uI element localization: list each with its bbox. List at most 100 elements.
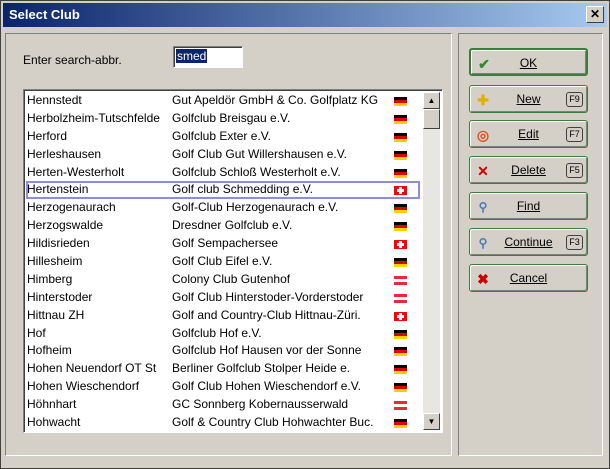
club-location: Höhnhart	[27, 397, 77, 412]
club-list-row[interactable]: Herleshausen Golf Club Gut Willershausen …	[26, 146, 420, 164]
club-location: Himberg	[27, 271, 73, 286]
club-name: Golf club Schmedding e.V.	[172, 182, 313, 197]
club-list-row[interactable]: Herten-Westerholt Golfclub Schloß Westerh…	[26, 164, 420, 182]
delete-button-label: Delete	[511, 163, 546, 177]
club-location: Hinterstoder	[27, 289, 93, 304]
ok-button-label: OK	[519, 56, 538, 70]
club-name: Golfclub Breisgau e.V.	[172, 110, 291, 125]
scroll-up-arrow-icon[interactable]: ▲	[423, 92, 440, 109]
club-list[interactable]: Hennstedt Gut Apeldör GmbH & Co. Golfplat…	[23, 89, 443, 433]
find-button[interactable]: ⚲ Find	[469, 192, 588, 220]
edit-button[interactable]: ◎ Edit F7	[469, 120, 588, 148]
flag-de-icon	[394, 383, 407, 393]
club-list-row[interactable]: Herbolzheim-Tutschfelde Golfclub Breisgau…	[26, 110, 420, 128]
club-location: Herleshausen	[27, 146, 102, 161]
flag-de-icon	[394, 365, 407, 375]
check-icon: ✔	[478, 56, 490, 72]
edit-icon: ◎	[476, 127, 490, 143]
new-button[interactable]: ✚ New F9	[469, 85, 588, 113]
club-list-row[interactable]: Hildisrieden Golf Sempachersee	[26, 235, 420, 253]
club-list-row[interactable]: Höhnhart GC Sonnberg Kobernausserwald	[26, 396, 420, 414]
magnifier-icon: ⚲	[478, 200, 488, 214]
flag-de-icon	[394, 222, 407, 232]
club-name: Golf and Country-Club Hittnau-Züri.	[172, 307, 361, 322]
club-name: Golf & Country Club Hohwachter Buc.	[172, 415, 374, 430]
club-location: Hittnau ZH	[27, 307, 85, 322]
club-location: Herten-Westerholt	[27, 164, 125, 179]
continue-button[interactable]: ⚲ Continue F3	[469, 228, 588, 256]
flag-de-icon	[394, 347, 407, 357]
club-list-row[interactable]: Hillesheim Golf Club Eifel e.V.	[26, 253, 420, 271]
club-list-row[interactable]: Hohwacht Golf & Country Club Hohwachter B…	[26, 414, 420, 432]
club-list-row[interactable]: Hohen Neuendorf OT St Berliner Golfclub S…	[26, 360, 420, 378]
club-location: Herzogswalde	[27, 218, 104, 233]
scroll-down-arrow-icon[interactable]: ▼	[423, 413, 440, 430]
club-list-row[interactable]: Herzogswalde Dresdner Golfclub e.V.	[26, 217, 420, 235]
search-input-value: smed	[176, 49, 208, 63]
search-label: Enter search-abbr.	[23, 53, 122, 67]
delete-button[interactable]: ✕ Delete F5	[469, 156, 588, 184]
club-location: Hildisrieden	[27, 236, 90, 251]
club-name: Golf Club Hinterstoder-Vorderstoder	[172, 289, 364, 304]
find-button-label: Find	[516, 199, 541, 213]
search-input[interactable]: smed	[173, 46, 243, 68]
flag-de-icon	[394, 329, 407, 339]
flag-at-icon	[394, 293, 407, 303]
club-name: Golf Club Eifel e.V.	[172, 254, 273, 269]
flag-de-icon	[394, 168, 407, 178]
club-list-row[interactable]: HolmGolfclub Hamburg-Holm e.V.	[26, 432, 420, 433]
flag-de-icon	[394, 132, 407, 142]
club-location: Herbolzheim-Tutschfelde	[27, 110, 160, 125]
club-list-rows: Hennstedt Gut Apeldör GmbH & Co. Golfplat…	[26, 92, 420, 433]
club-name: Golfclub Hamburg-Holm e.V.	[172, 432, 391, 433]
club-location: Hofheim	[27, 343, 72, 358]
vertical-scrollbar[interactable]: ▲ ▼	[423, 92, 440, 430]
club-list-row[interactable]: Hofheim Golfclub Hof Hausen vor der Sonne	[26, 342, 420, 360]
ok-button[interactable]: ✔ OK	[469, 48, 588, 76]
club-list-row[interactable]: Herford Golfclub Exter e.V.	[26, 128, 420, 146]
club-list-row[interactable]: Hof Golfclub Hof e.V.	[26, 325, 420, 343]
scroll-thumb[interactable]	[423, 109, 440, 129]
continue-button-label: Continue	[504, 235, 553, 249]
club-name: Golf Sempachersee	[172, 236, 279, 251]
club-location: Holm	[27, 432, 172, 433]
club-name: Dresdner Golfclub e.V.	[172, 218, 293, 233]
club-list-row[interactable]: Hohen Wieschendorf Golf Club Hohen Wiesch…	[26, 378, 420, 396]
delete-x-icon: ✕	[477, 163, 489, 179]
club-name: Colony Club Gutenhof	[172, 271, 291, 286]
title-bar[interactable]: Select Club ✕	[3, 3, 607, 27]
club-name: Golf-Club Herzogenaurach e.V.	[172, 200, 339, 215]
edit-button-label: Edit	[518, 127, 539, 141]
club-location: Hohen Wieschendorf	[27, 379, 140, 394]
club-name: Golf Club Hohen Wieschendorf e.V.	[172, 379, 361, 394]
club-name: Golfclub Schloß Westerholt e.V.	[172, 164, 341, 179]
club-list-row[interactable]: Hennstedt Gut Apeldör GmbH & Co. Golfplat…	[26, 92, 420, 110]
cancel-button-label: Cancel	[509, 271, 548, 285]
club-list-row[interactable]: Hertenstein Golf club Schmedding e.V.	[26, 181, 420, 200]
club-name: Berliner Golfclub Stolper Heide e.	[172, 361, 351, 376]
plus-icon: ✚	[477, 92, 489, 108]
club-name: Golfclub Exter e.V.	[172, 128, 271, 143]
club-name: Golfclub Hof Hausen vor der Sonne	[172, 343, 362, 358]
select-club-dialog: Select Club ✕ Enter search-abbr. smed He…	[0, 0, 610, 469]
close-button[interactable]: ✕	[586, 6, 604, 23]
club-list-row[interactable]: Herzogenaurach Golf-Club Herzogenaurach e…	[26, 199, 420, 217]
club-list-row[interactable]: Hittnau ZH Golf and Country-Club Hittnau-…	[26, 307, 420, 325]
flag-de-icon	[394, 419, 407, 429]
club-location: Hennstedt	[27, 93, 82, 107]
cancel-button[interactable]: ✖ Cancel	[469, 264, 588, 292]
edit-shortcut-key: F7	[566, 127, 583, 142]
club-list-row[interactable]: Himberg Colony Club Gutenhof	[26, 271, 420, 289]
continue-search-icon: ⚲	[478, 236, 488, 250]
flag-ch-icon	[394, 240, 407, 250]
club-name: Golf Club Gut Willershausen e.V.	[172, 146, 347, 161]
flag-de-icon	[394, 258, 407, 268]
flag-de-icon	[394, 204, 407, 214]
flag-de-icon	[394, 150, 407, 160]
club-name: Golfclub Hof e.V.	[172, 325, 262, 340]
dialog-title: Select Club	[9, 7, 80, 22]
club-list-row[interactable]: Hinterstoder Golf Club Hinterstoder-Vorde…	[26, 289, 420, 307]
flag-at-icon	[394, 275, 407, 285]
club-location: Hillesheim	[27, 254, 83, 269]
club-location: Hohwacht	[27, 415, 81, 430]
